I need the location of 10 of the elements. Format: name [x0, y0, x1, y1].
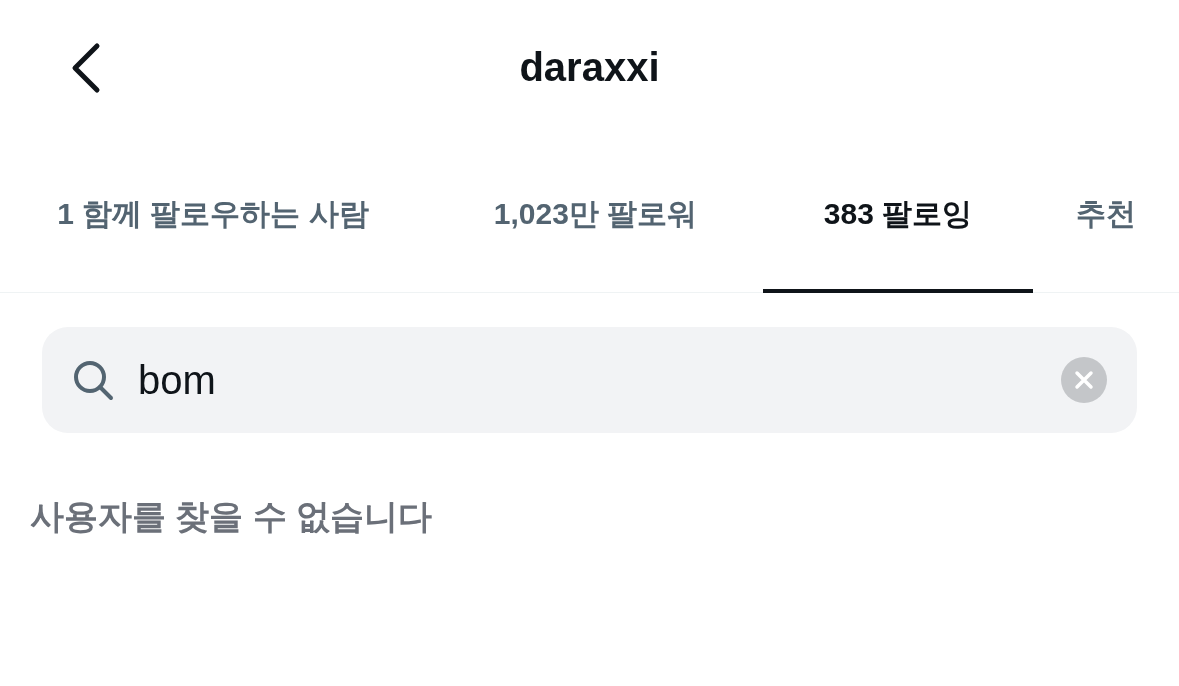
search-field[interactable]: bom: [138, 350, 1061, 410]
tab[interactable]: 1,023만 팔로워: [398, 135, 763, 292]
tab[interactable]: 383 팔로잉: [763, 135, 1033, 292]
empty-message: 사용자를 찾을 수 없습니다: [30, 497, 433, 535]
search-icon: [72, 359, 114, 401]
tab[interactable]: 1 함께 팔로우하는 사람: [28, 135, 398, 292]
close-icon: [1074, 370, 1094, 390]
profile-title: daraxxi: [519, 43, 660, 91]
tab[interactable]: 추천: [1033, 135, 1179, 292]
search-bar[interactable]: bom: [42, 327, 1137, 433]
